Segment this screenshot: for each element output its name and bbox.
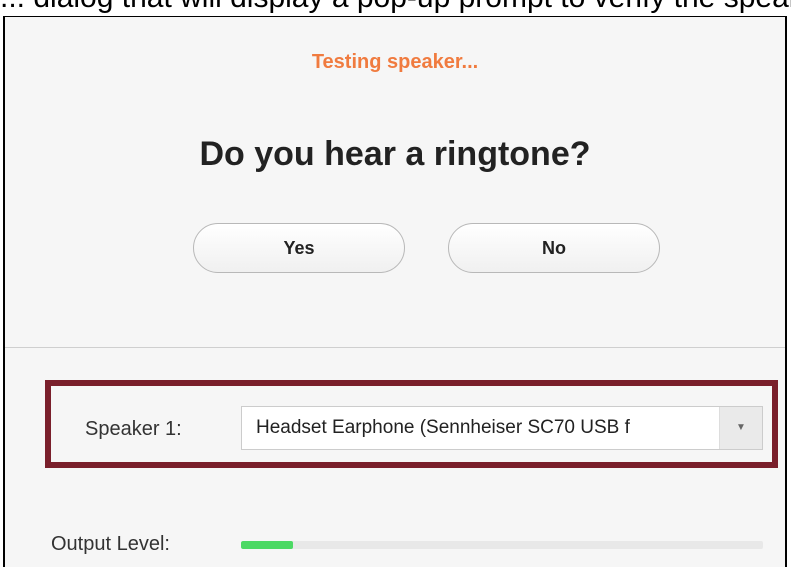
output-level-label: Output Level:: [51, 533, 170, 555]
no-button[interactable]: No: [448, 223, 660, 273]
speaker-selected-value: Headset Earphone (Sennheiser SC70 USB f: [256, 417, 630, 438]
question-heading: Do you hear a ringtone?: [199, 135, 591, 173]
caption-text: ... dialog that will display a pop-up pr…: [0, 0, 791, 13]
yes-button[interactable]: Yes: [193, 223, 405, 273]
status-text: Testing speaker...: [311, 51, 479, 73]
speaker-test-dialog: Testing speaker... Do you hear a rington…: [3, 16, 787, 567]
speaker-label: Speaker 1:: [85, 418, 182, 440]
speaker-dropdown[interactable]: Headset Earphone (Sennheiser SC70 USB f …: [241, 406, 763, 450]
chevron-down-icon[interactable]: ▼: [719, 407, 762, 449]
caption-strip: ... dialog that will display a pop-up pr…: [0, 0, 791, 16]
output-level-meter: [241, 541, 763, 549]
divider: [5, 347, 785, 348]
output-level-fill: [241, 541, 294, 549]
